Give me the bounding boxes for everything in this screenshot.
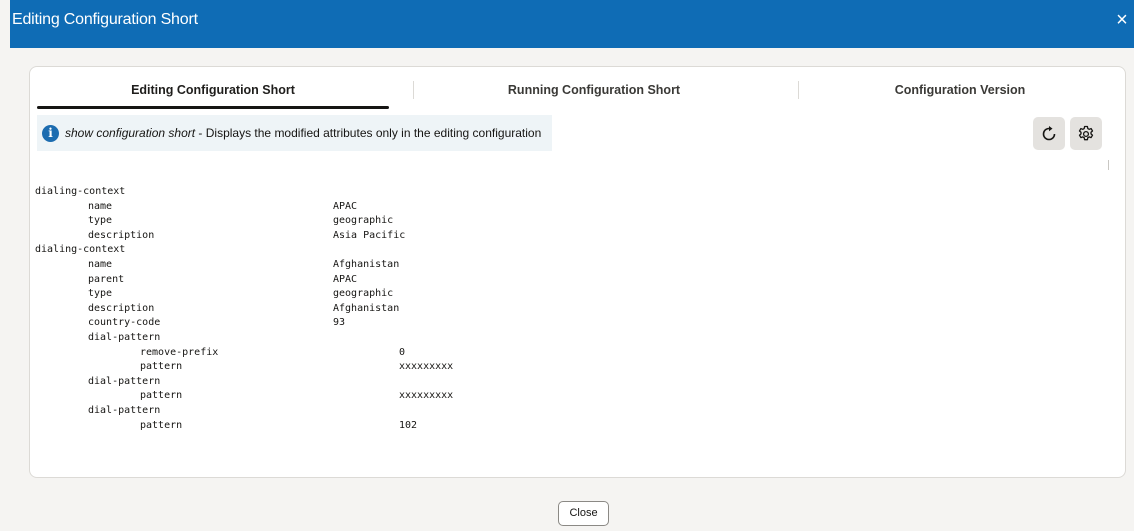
config-value: 102 [399,419,418,431]
dialog-header: Editing Configuration Short × [10,0,1134,48]
config-value: xxxxxxxxx [399,390,454,402]
config-key: description [88,229,155,241]
config-value: 93 [333,317,346,329]
info-description: - Displays the modified attributes only … [195,126,542,140]
config-value: geographic [333,215,394,227]
config-value: 0 [399,346,406,358]
config-key: remove-prefix [140,346,219,358]
config-key: country-code [88,317,161,329]
close-icon[interactable]: × [1113,9,1131,31]
tab-running-configuration-short[interactable]: Running Configuration Short [414,67,774,109]
config-key: name [88,258,113,270]
config-value: geographic [333,288,394,300]
config-value: Asia Pacific [333,229,406,241]
selected-tab-indicator [37,106,389,109]
dialog-title: Editing Configuration Short [12,11,198,28]
config-value: APAC [333,273,358,285]
config-key: pattern [140,361,183,373]
info-icon: i [42,125,59,142]
info-text: show configuration short - Displays the … [65,126,541,140]
info-banner: i show configuration short - Displays th… [37,115,552,151]
refresh-icon [1042,126,1056,141]
config-key: pattern [140,419,183,431]
scrollbar-marker [1108,160,1109,170]
gear-icon [1078,125,1094,141]
tab-configuration-version[interactable]: Configuration Version [800,67,1120,109]
config-key: name [88,200,113,212]
config-key: pattern [140,390,183,402]
tab-divider [798,81,799,99]
tab-editing-configuration-short[interactable]: Editing Configuration Short [37,67,389,109]
config-value: xxxxxxxxx [399,361,454,373]
config-key: dial-pattern [88,331,161,343]
info-command: show configuration short [65,126,196,140]
config-key: dialing-context [35,186,126,197]
config-value: Afghanistan [333,258,400,270]
refresh-button[interactable] [1033,117,1065,150]
settings-button[interactable] [1070,117,1102,150]
config-key: parent [88,273,125,285]
config-key: type [88,288,113,300]
config-key: dial-pattern [88,404,161,416]
config-panel: Editing Configuration Short Running Conf… [29,66,1126,478]
config-key: description [88,302,155,314]
config-value: Afghanistan [333,302,400,314]
config-value: APAC [333,200,358,212]
config-key: dialing-context [35,244,126,256]
config-key: type [88,215,113,227]
close-button[interactable]: Close [558,501,609,526]
config-key: dial-pattern [88,375,161,387]
